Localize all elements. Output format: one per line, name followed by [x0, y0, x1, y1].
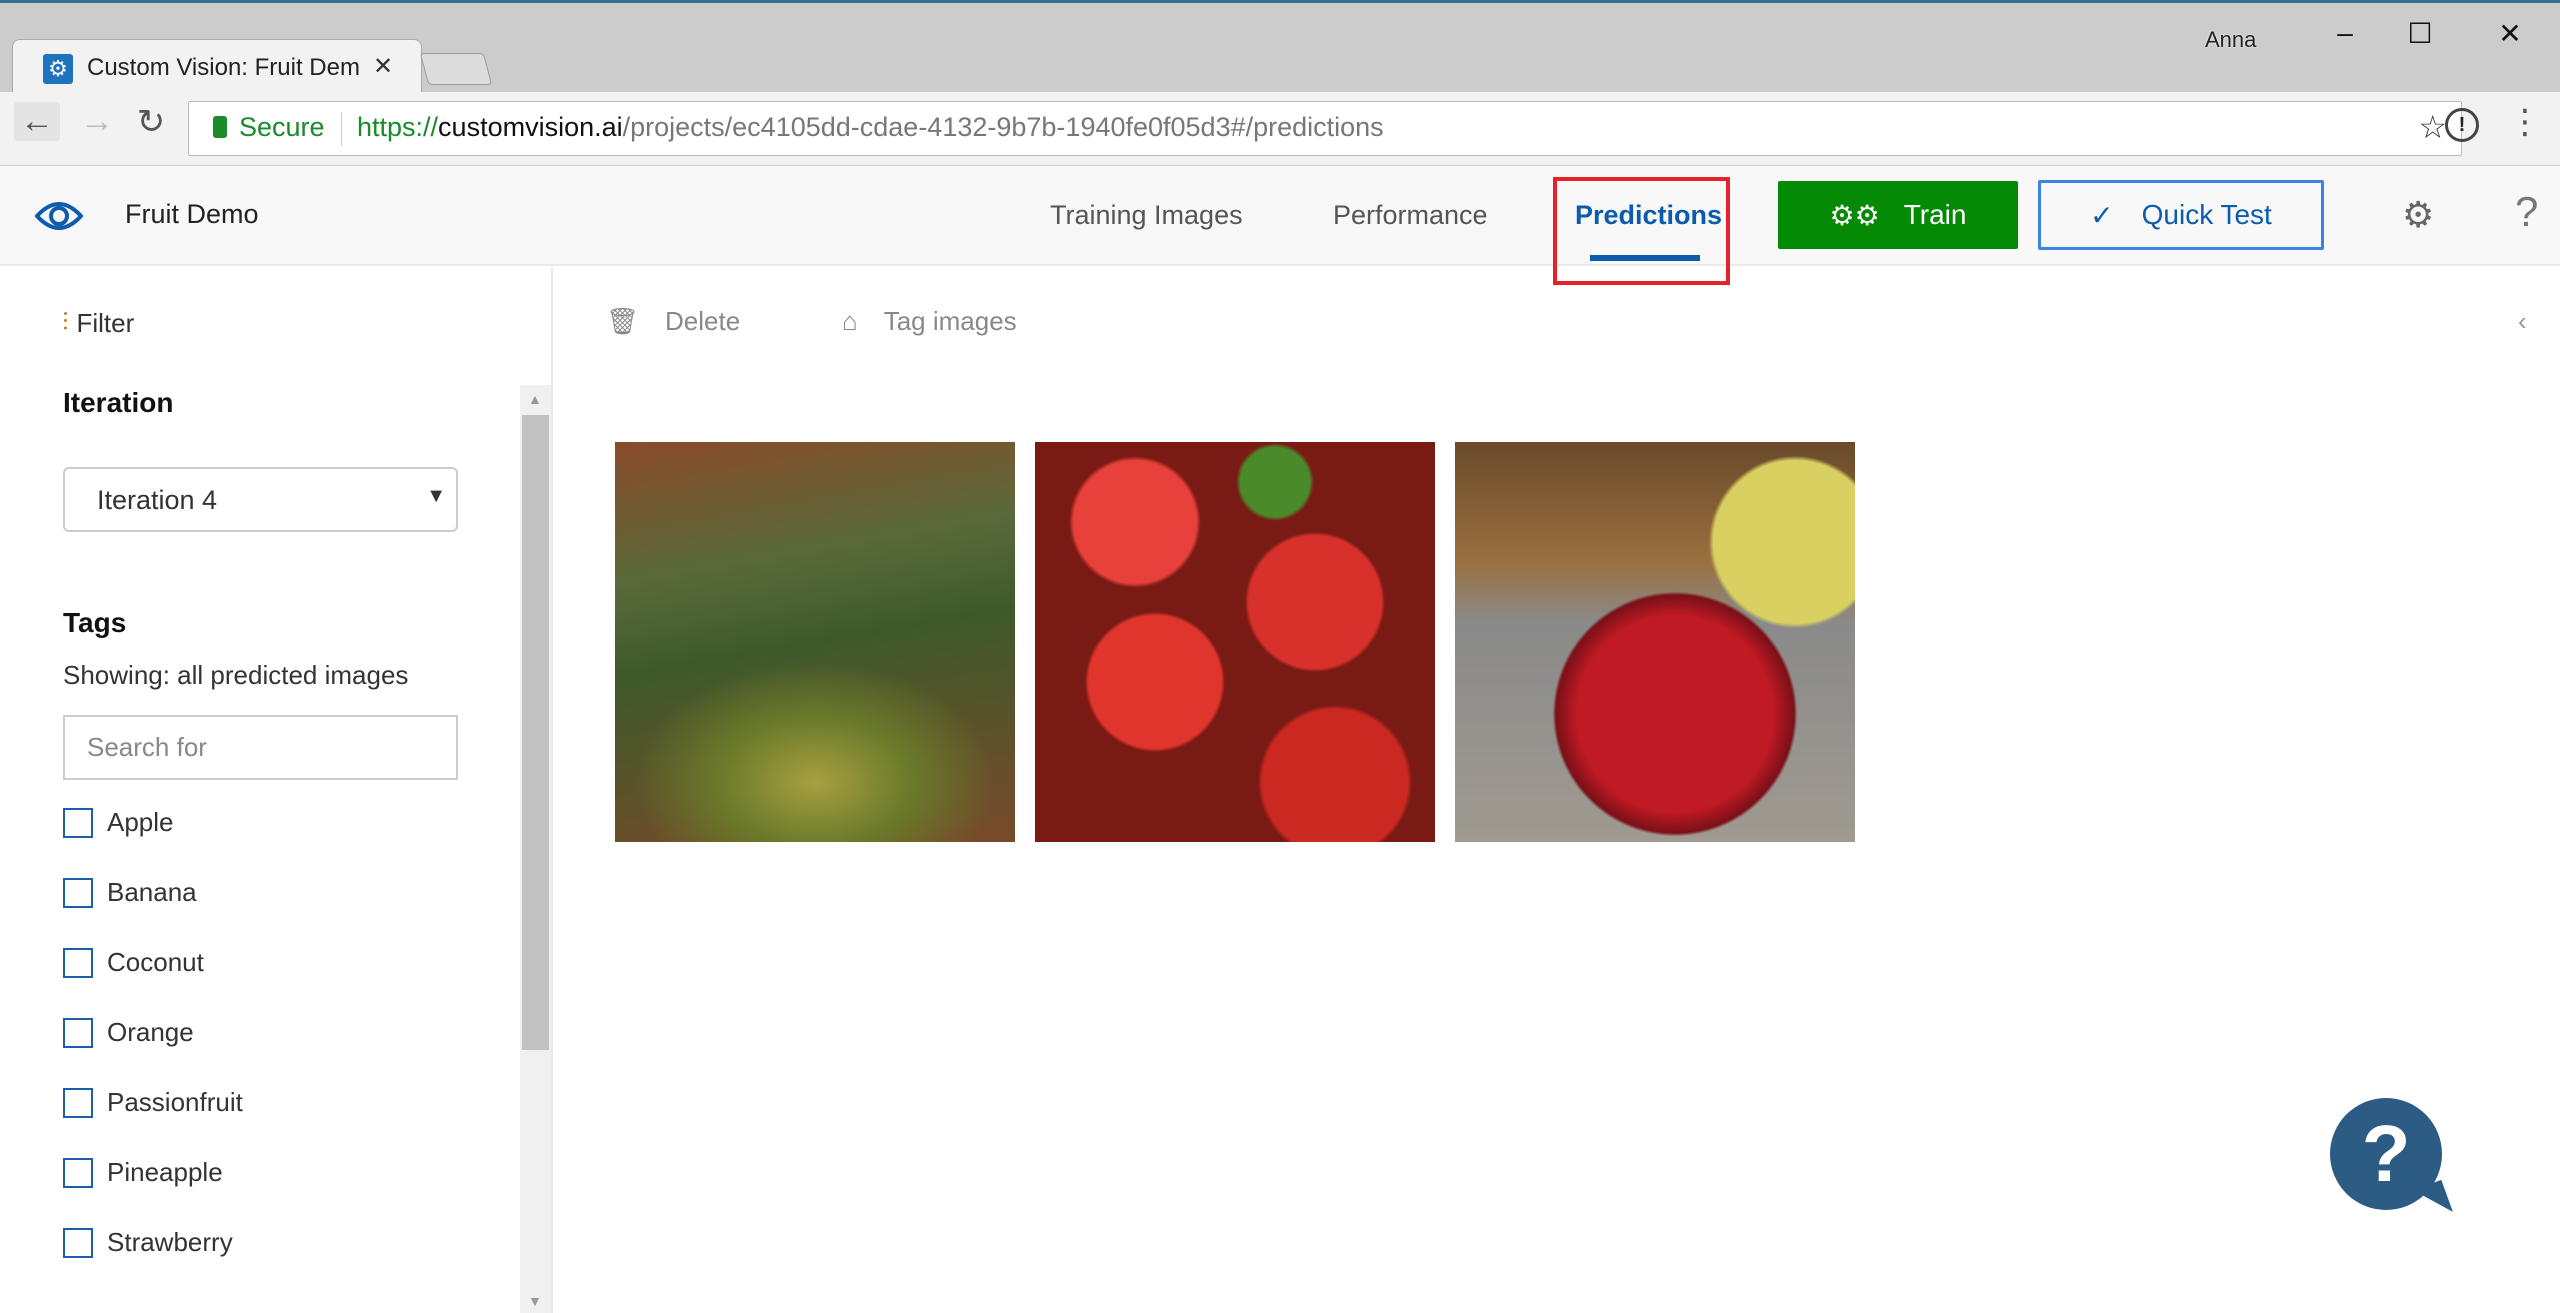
checkbox[interactable]	[63, 877, 93, 908]
url-path: /projects/ec4105dd-cdae-4132-9b7b-1940fe…	[622, 112, 1384, 142]
prediction-image-pineapple[interactable]	[615, 442, 1015, 842]
quick-test-button[interactable]: ✓ Quick Test	[2038, 180, 2324, 250]
delete-button[interactable]: 🗑 Delete	[606, 306, 740, 337]
browser-tab[interactable]: ⚙ Custom Vision: Fruit Dem ✕	[12, 39, 422, 97]
url-bar[interactable]: Secure https://customvision.ai/projects/…	[188, 101, 2462, 156]
iteration-select[interactable]: Iteration 4 ▼	[63, 467, 458, 532]
checkmark-icon: ✓	[2090, 199, 2114, 231]
tag-item-coconut[interactable]: Coconut	[63, 947, 204, 978]
tag-label: Pineapple	[107, 1157, 223, 1187]
scroll-down-icon[interactable]: ▼	[528, 1293, 542, 1309]
tag-label: Passionfruit	[107, 1087, 243, 1117]
checkbox[interactable]	[63, 1017, 93, 1048]
iteration-heading: Iteration	[63, 387, 174, 418]
filter-toggle[interactable]: ⫶ Filter	[62, 307, 134, 339]
divider	[341, 112, 342, 146]
help-chat-bubble-icon[interactable]: ?	[2330, 1098, 2442, 1210]
back-icon[interactable]: ←	[14, 102, 60, 141]
new-tab-button[interactable]	[419, 53, 493, 85]
forward-icon[interactable]: →	[74, 102, 120, 141]
project-name: Fruit Demo	[125, 199, 259, 229]
tag-search-input[interactable]	[63, 715, 458, 780]
custom-vision-logo-icon[interactable]	[35, 196, 83, 236]
prediction-image-apple[interactable]	[1455, 442, 1855, 842]
delete-label: Delete	[665, 306, 741, 336]
extension-icon[interactable]: !	[2445, 108, 2479, 142]
tag-images-button[interactable]: ⌂ Tag images	[842, 306, 1017, 337]
filter-sidebar: ⫶ Filter Iteration Iteration 4 ▼ Tags Show…	[0, 267, 553, 1313]
collapse-panel-icon[interactable]: ‹	[2518, 306, 2527, 337]
tag-item-orange[interactable]: Orange	[63, 1017, 194, 1048]
trash-icon: 🗑	[606, 306, 640, 336]
iteration-value: Iteration 4	[97, 485, 218, 515]
menu-icon[interactable]: ⋮	[2508, 102, 2542, 142]
secure-label: Secure	[239, 112, 325, 142]
tag-images-label: Tag images	[883, 306, 1017, 336]
reload-icon[interactable]: ↻	[128, 102, 174, 142]
tag-icon: ⌂	[842, 306, 858, 336]
settings-gear-icon[interactable]: ⚙	[2402, 194, 2434, 236]
url-scheme: https://	[357, 112, 439, 142]
gears-icon: ⚙⚙	[1829, 199, 1880, 231]
tag-label: Strawberry	[107, 1227, 233, 1257]
checkbox[interactable]	[63, 1087, 93, 1118]
bookmark-star-icon[interactable]: ☆	[2418, 108, 2447, 146]
prediction-image-strawberries[interactable]	[1035, 442, 1435, 842]
sliders-icon: ⫶	[62, 307, 69, 337]
maximize-icon[interactable]: ☐	[2395, 17, 2445, 50]
showing-text: Showing: all predicted images	[63, 660, 409, 690]
tag-item-passionfruit[interactable]: Passionfruit	[63, 1087, 243, 1118]
checkbox[interactable]	[63, 1227, 93, 1258]
tag-item-apple[interactable]: Apple	[63, 807, 174, 838]
filter-label: Filter	[76, 307, 135, 338]
scrollbar-thumb[interactable]	[522, 415, 549, 1050]
sidebar-scrollbar[interactable]: ▲ ▼	[520, 385, 551, 1313]
tag-item-banana[interactable]: Banana	[63, 877, 197, 908]
tab-title: Custom Vision: Fruit Dem	[87, 54, 360, 81]
minimize-icon[interactable]: –	[2320, 17, 2370, 49]
checkbox[interactable]	[63, 1157, 93, 1188]
url-host: customvision.ai	[438, 112, 623, 142]
tag-label: Orange	[107, 1017, 194, 1047]
app-header: Fruit Demo Training Images Performance P…	[0, 166, 2560, 285]
checkbox[interactable]	[63, 947, 93, 978]
browser-title-bar: ⚙ Custom Vision: Fruit Dem ✕ Anna – ☐ ✕	[0, 0, 2560, 97]
scroll-up-icon[interactable]: ▲	[528, 391, 542, 407]
help-icon[interactable]: ?	[2515, 188, 2538, 236]
custom-vision-favicon-icon: ⚙	[43, 54, 73, 84]
train-button[interactable]: ⚙⚙ Train	[1778, 181, 2018, 249]
tag-label: Banana	[107, 877, 197, 907]
address-bar-row: ← → ↻ Secure https://customvision.ai/pro…	[0, 92, 2560, 166]
tags-heading: Tags	[63, 607, 127, 638]
quick-test-label: Quick Test	[2141, 199, 2272, 230]
tag-item-pineapple[interactable]: Pineapple	[63, 1157, 223, 1188]
checkbox[interactable]	[63, 807, 93, 838]
dropdown-arrow-icon: ▼	[426, 485, 446, 507]
tag-label: Coconut	[107, 947, 204, 977]
tab-performance[interactable]: Performance	[1333, 200, 1488, 231]
url-text[interactable]: https://customvision.ai/projects/ec4105d…	[357, 112, 1384, 143]
profile-name[interactable]: Anna	[2205, 27, 2256, 53]
tag-label: Apple	[107, 807, 174, 837]
highlight-box	[1553, 177, 1730, 285]
lock-icon	[213, 116, 227, 138]
tab-training-images[interactable]: Training Images	[1050, 200, 1243, 231]
tag-item-strawberry[interactable]: Strawberry	[63, 1227, 233, 1258]
train-label: Train	[1903, 199, 1967, 230]
close-tab-icon[interactable]: ✕	[373, 52, 393, 81]
close-window-icon[interactable]: ✕	[2485, 17, 2535, 50]
